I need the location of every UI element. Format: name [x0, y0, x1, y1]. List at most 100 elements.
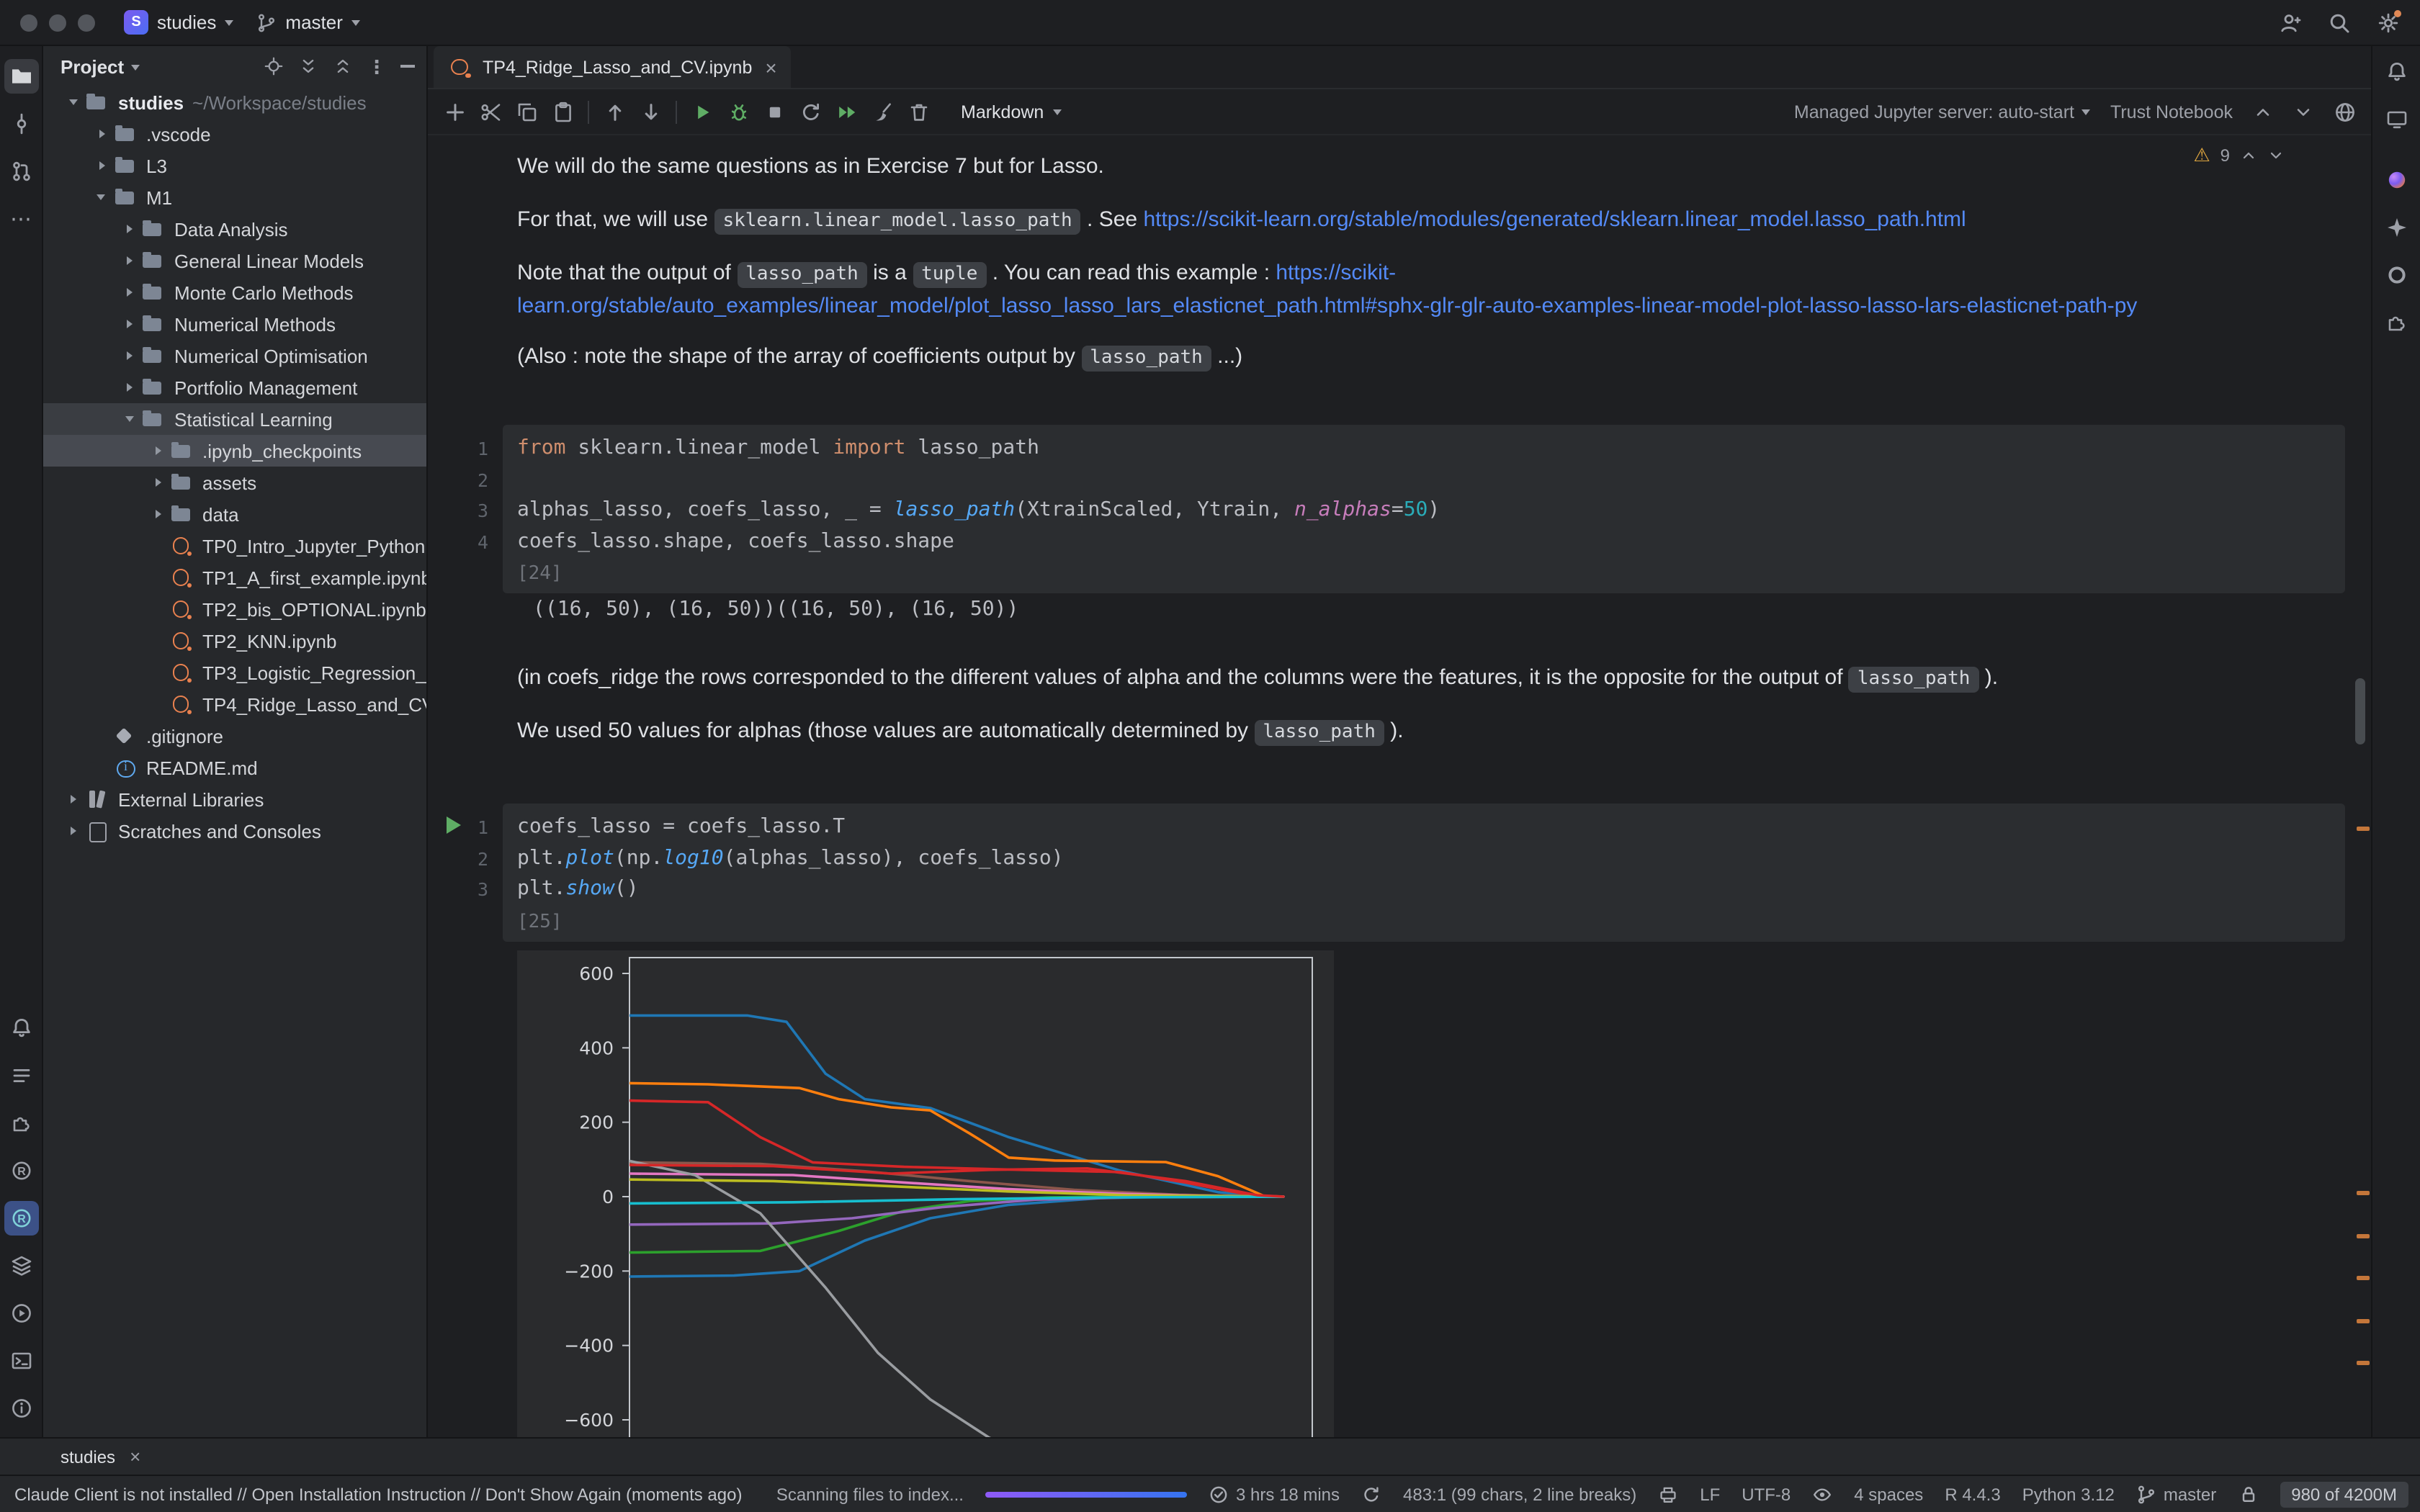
tree-item-external-libraries[interactable]: External Libraries: [43, 783, 426, 815]
database-tool-icon[interactable]: [2379, 258, 2414, 292]
hide-panel-icon[interactable]: [400, 66, 415, 68]
error-stripe-mark[interactable]: [2357, 1234, 2370, 1238]
more-tool-windows-icon[interactable]: ⋯: [4, 202, 38, 236]
settings-gear-icon[interactable]: [2374, 8, 2403, 37]
tree-item-monte-carlo-methods[interactable]: Monte Carlo Methods: [43, 276, 426, 308]
memory-indicator[interactable]: 980 of 4200M: [2280, 1481, 2408, 1507]
session-time[interactable]: 3 hrs 18 mins: [1209, 1484, 1340, 1504]
tree-item-tp0-intro-jupyter-python-ip[interactable]: TP0_Intro_Jupyter_Python.ip...: [43, 530, 426, 562]
indent-widget[interactable]: 4 spaces: [1854, 1484, 1923, 1504]
window-zoom-button[interactable]: [78, 14, 95, 31]
r-tools-active-icon[interactable]: [4, 1201, 38, 1236]
collapse-all-icon[interactable]: [333, 56, 353, 76]
tab-close-icon[interactable]: ×: [765, 57, 776, 77]
run-cell-button[interactable]: [684, 94, 720, 129]
reader-mode-eye-icon[interactable]: [1812, 1484, 1832, 1504]
sync-status-icon[interactable]: [1361, 1484, 1381, 1504]
r-interpreter-widget[interactable]: R 4.4.3: [1945, 1484, 2000, 1504]
restart-kernel-button[interactable]: [792, 94, 828, 129]
cut-cell-button[interactable]: [472, 94, 508, 129]
stop-kernel-button[interactable]: [756, 94, 792, 129]
inspections-widget[interactable]: ⚠ 9: [2193, 144, 2285, 167]
printer-icon[interactable]: [1658, 1484, 1678, 1504]
notifications-tool-icon[interactable]: [4, 1011, 38, 1045]
tree-item-m1[interactable]: M1: [43, 181, 426, 213]
terminal-tool-icon[interactable]: [4, 1344, 38, 1378]
delete-cell-button[interactable]: [900, 94, 936, 129]
tree-item-studies[interactable]: studies~/Workspace/studies: [43, 86, 426, 118]
tree-item-tp1-a-first-example-ipynb[interactable]: TP1_A_first_example.ipynb: [43, 562, 426, 593]
error-stripe-mark[interactable]: [2357, 1191, 2370, 1195]
chevron-right-icon[interactable]: [120, 372, 141, 403]
expand-all-icon[interactable]: [298, 56, 318, 76]
chevron-right-icon[interactable]: [120, 276, 141, 308]
status-message[interactable]: Claude Client is not installed // Open I…: [14, 1484, 742, 1504]
chevron-right-icon[interactable]: [63, 815, 85, 847]
tree-item-tp2-knn-ipynb[interactable]: TP2_KNN.ipynb: [43, 625, 426, 657]
tree-item-data-analysis[interactable]: Data Analysis: [43, 213, 426, 245]
error-stripe-mark[interactable]: [2357, 827, 2370, 831]
r-console-tool-icon[interactable]: [4, 1153, 38, 1188]
commit-tool-icon[interactable]: [4, 107, 38, 141]
options-menu-icon[interactable]: ⋮: [367, 57, 386, 76]
plugins-tool-icon[interactable]: [2379, 305, 2414, 340]
chevron-right-icon[interactable]: [120, 245, 141, 276]
tree-item-gitignore[interactable]: .gitignore: [43, 720, 426, 752]
chevron-right-icon[interactable]: [91, 150, 113, 181]
notifications-bell-icon[interactable]: [2379, 55, 2414, 89]
sciview-tool-icon[interactable]: [2379, 210, 2414, 245]
tree-item-general-linear-models[interactable]: General Linear Models: [43, 245, 426, 276]
prev-cell-icon[interactable]: [2253, 102, 2273, 122]
chevron-down-icon[interactable]: [91, 181, 113, 213]
vcs-branch-widget[interactable]: master: [245, 7, 371, 37]
chevron-right-icon[interactable]: [120, 213, 141, 245]
tree-item-l3[interactable]: L3: [43, 150, 426, 181]
clear-outputs-button[interactable]: [864, 94, 900, 129]
notebook-editor[interactable]: We will do the same questions as in Exer…: [428, 135, 2371, 1437]
chevron-right-icon[interactable]: [120, 340, 141, 372]
error-stripe-mark[interactable]: [2357, 1361, 2370, 1365]
move-cell-down-button[interactable]: [632, 94, 668, 129]
python-interpreter-widget[interactable]: Python 3.12: [2022, 1484, 2115, 1504]
chevron-down-icon[interactable]: [120, 403, 141, 435]
code-cell-1[interactable]: 1from sklearn.linear_model import lasso_…: [503, 425, 2345, 593]
tree-item-portfolio-management[interactable]: Portfolio Management: [43, 372, 426, 403]
code-with-me-icon[interactable]: [2276, 8, 2305, 37]
editor-tab-active[interactable]: TP4_Ridge_Lasso_and_CV.ipynb ×: [434, 46, 792, 88]
debug-cell-button[interactable]: [720, 94, 756, 129]
jupyter-server-selector[interactable]: Managed Jupyter server: auto-start: [1794, 102, 2090, 122]
chevron-right-icon[interactable]: [148, 435, 169, 467]
cell-type-dropdown[interactable]: Markdown: [948, 97, 1074, 126]
window-close-button[interactable]: [20, 14, 37, 31]
hyperlink[interactable]: https://scikit-learn.org/stable/modules/…: [1143, 207, 1966, 232]
run-all-cells-button[interactable]: [828, 94, 864, 129]
tree-item-readme-md[interactable]: README.md: [43, 752, 426, 783]
chevron-right-icon[interactable]: [148, 498, 169, 530]
services-tool-icon[interactable]: [4, 1248, 38, 1283]
copy-cell-button[interactable]: [508, 94, 544, 129]
todo-tool-icon[interactable]: [4, 1058, 38, 1093]
next-problem-icon[interactable]: [2267, 147, 2285, 164]
tree-item-scratches-and-consoles[interactable]: Scratches and Consoles: [43, 815, 426, 847]
trust-notebook-button[interactable]: Trust Notebook: [2110, 102, 2233, 122]
error-stripe-mark[interactable]: [2357, 1319, 2370, 1323]
ai-assistant-icon[interactable]: [2379, 163, 2414, 197]
line-separator-widget[interactable]: LF: [1700, 1484, 1720, 1504]
tree-item-tp2-bis-optional-ipynb[interactable]: TP2_bis_OPTIONAL.ipynb: [43, 593, 426, 625]
error-stripe-mark[interactable]: [2357, 1276, 2370, 1280]
search-everywhere-icon[interactable]: [2325, 8, 2354, 37]
tree-item-ipynb-checkpoints[interactable]: .ipynb_checkpoints: [43, 435, 426, 467]
next-cell-icon[interactable]: [2293, 102, 2313, 122]
tree-item-tp4-ridge-lasso-and-cv-i[interactable]: TP4_Ridge_Lasso_and_CV.i...: [43, 688, 426, 720]
tree-item-statistical-learning[interactable]: Statistical Learning: [43, 403, 426, 435]
select-opened-file-icon[interactable]: [264, 56, 284, 76]
caret-position[interactable]: 483:1 (99 chars, 2 line breaks): [1403, 1484, 1636, 1504]
move-cell-up-button[interactable]: [596, 94, 632, 129]
tree-item-data[interactable]: data: [43, 498, 426, 530]
add-cell-button[interactable]: [436, 94, 472, 129]
tree-item-tp3-logistic-regression-an[interactable]: TP3_Logistic_Regression_an...: [43, 657, 426, 688]
chevron-right-icon[interactable]: [91, 118, 113, 150]
paste-cell-button[interactable]: [544, 94, 581, 129]
tree-item-vscode[interactable]: .vscode: [43, 118, 426, 150]
tab-close-icon[interactable]: ×: [130, 1447, 140, 1466]
